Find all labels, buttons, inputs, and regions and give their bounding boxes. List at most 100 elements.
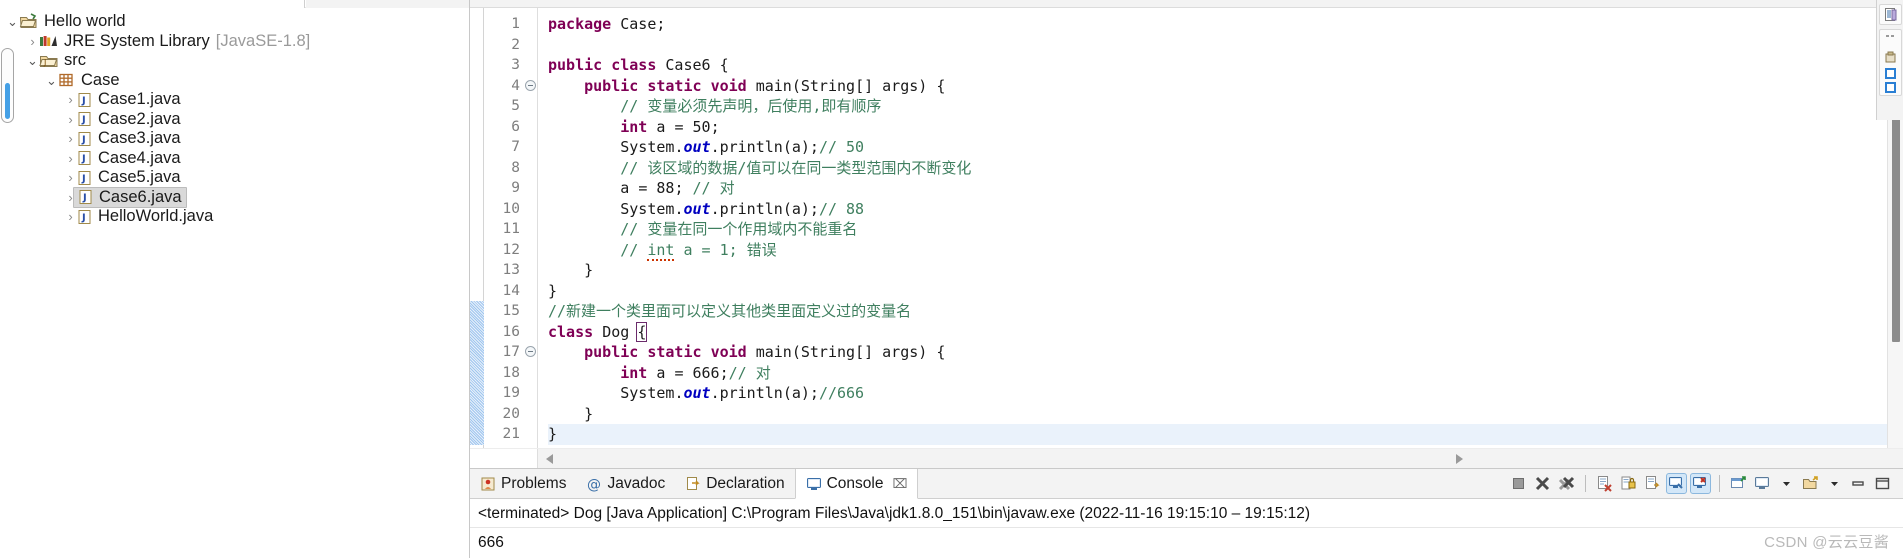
chevron-right-icon[interactable]: › <box>64 132 77 145</box>
outline-view-icon[interactable] <box>1883 7 1898 22</box>
console-launch-header: <terminated> Dog [Java Application] C:\P… <box>470 499 1903 528</box>
source-code[interactable]: package Case; public class Case6 { publi… <box>538 8 1887 448</box>
chevron-down-icon[interactable]: ⌄ <box>45 74 58 87</box>
minimized-view-icon-2[interactable] <box>1884 82 1896 93</box>
code-line[interactable]: package Case; <box>548 14 1887 35</box>
code-editor[interactable]: 1 2 3 4 5 6 7 8 9 10 11 12 13 14 15 16 17 18 19 20 21 packag… <box>470 8 1903 448</box>
chevron-right-icon[interactable]: › <box>64 171 77 184</box>
editor-horizontal-scrollbar[interactable] <box>470 448 1903 468</box>
tree-item-case6-java[interactable]: › J Case6.java <box>0 186 469 208</box>
tree-item-src[interactable]: ⌄ Jsrc <box>0 51 469 71</box>
console-tab-bar[interactable]: Problems @ Javadoc Declaration Console ⌧ <box>470 469 1903 499</box>
code-line[interactable]: } <box>548 404 1887 425</box>
project-tree[interactable]: ⌄ Hello world › JRE System Library [JavaSE… <box>0 8 469 227</box>
code-line[interactable]: System.out.println(a);//666 <box>548 383 1887 404</box>
code-line[interactable]: public static void main(String[] args) { <box>548 76 1887 97</box>
code-line[interactable]: //新建一个类里面可以定义其他类里面定义过的变量名 <box>548 301 1887 322</box>
open-console-icon[interactable] <box>1800 473 1821 494</box>
scroll-left-icon[interactable] <box>546 453 553 464</box>
selection-block-marker <box>470 301 484 445</box>
chevron-right-icon[interactable]: › <box>64 152 77 165</box>
scrollbar-thumb[interactable] <box>5 83 10 119</box>
tree-item-case3-java[interactable]: › J Case3.java <box>0 129 469 149</box>
explorer-tab[interactable] <box>0 0 305 8</box>
maximize-icon[interactable] <box>1872 473 1893 494</box>
tree-item-content: J Case3.java <box>77 129 181 148</box>
minimized-view-group-tasks[interactable] <box>1878 29 1902 96</box>
line-number: 4 <box>511 77 520 94</box>
code-line[interactable]: } <box>548 281 1887 302</box>
folding-ruler[interactable] <box>524 8 538 448</box>
restore-handle-icon[interactable] <box>1883 32 1898 47</box>
fold-collapse-icon[interactable] <box>525 346 536 357</box>
word-wrap-icon[interactable] <box>1642 473 1663 494</box>
code-line[interactable]: System.out.println(a);// 88 <box>548 199 1887 220</box>
tab-javadoc[interactable]: @ Javadoc <box>576 469 675 498</box>
minimized-view-icon-1[interactable] <box>1884 68 1896 79</box>
java-file-icon: J <box>77 209 92 225</box>
code-line[interactable]: // 该区域的数据/值可以在同一类型范围内不断变化 <box>548 158 1887 179</box>
chevron-right-icon[interactable]: › <box>64 210 77 223</box>
pin-console-icon[interactable] <box>1728 473 1749 494</box>
tree-item-case5-java[interactable]: › J Case5.java <box>0 168 469 188</box>
tab-declaration[interactable]: Declaration <box>675 469 794 498</box>
remove-all-launches-icon[interactable] <box>1556 473 1577 494</box>
tree-item-label: Case <box>81 70 120 89</box>
code-line[interactable]: public class Case6 { <box>548 55 1887 76</box>
code-line[interactable]: // int a = 1; 错误 <box>548 240 1887 261</box>
tree-item-case4-java[interactable]: › J Case4.java <box>0 149 469 169</box>
fold-collapse-icon[interactable] <box>525 79 536 91</box>
code-line[interactable]: } <box>548 424 1887 445</box>
remove-launch-icon[interactable] <box>1532 473 1553 494</box>
tree-item-content: JRE System Library [JavaSE-1.8] <box>39 32 310 51</box>
code-line[interactable]: int a = 666;// 对 <box>548 363 1887 384</box>
code-line[interactable]: public static void main(String[] args) { <box>548 342 1887 363</box>
tree-item-case1-java[interactable]: › J Case1.java <box>0 90 469 110</box>
code-line[interactable]: } <box>548 260 1887 281</box>
tree-item-helloworld-java[interactable]: › J HelloWorld.java <box>0 207 469 227</box>
code-line[interactable]: System.out.println(a);// 50 <box>548 137 1887 158</box>
show-console-on-output-icon[interactable] <box>1666 473 1687 494</box>
tree-item-case2-java[interactable]: › J Case2.java <box>0 110 469 130</box>
chevron-right-icon[interactable]: › <box>64 113 77 126</box>
tab-console[interactable]: Console ⌧ <box>794 469 919 499</box>
code-line[interactable]: int a = 50; <box>548 117 1887 138</box>
chevron-right-icon[interactable]: › <box>64 93 77 106</box>
explorer-vertical-scrollbar[interactable] <box>1 48 14 123</box>
task-list-icon[interactable] <box>1883 50 1898 65</box>
code-line[interactable]: // 变量在同一个作用域内不能重名 <box>548 219 1887 240</box>
tree-item-jre-system-library[interactable]: › JRE System Library [JavaSE-1.8] <box>0 32 469 52</box>
tree-item-case[interactable]: ⌄ Case <box>0 71 469 91</box>
tree-item-label: src <box>64 51 86 70</box>
clear-console-icon[interactable] <box>1594 473 1615 494</box>
editor-tab-strip[interactable] <box>470 0 1903 8</box>
tab-problems[interactable]: Problems <box>470 469 576 498</box>
terminate-icon[interactable] <box>1508 473 1529 494</box>
console-output[interactable]: 666 CSDN @云云豆酱 <box>470 528 1903 558</box>
problems-icon <box>480 476 496 492</box>
scroll-right-icon[interactable] <box>1456 453 1463 464</box>
chevron-down-icon[interactable]: ⌄ <box>26 54 39 67</box>
dropdown-1-icon[interactable] <box>1776 473 1797 494</box>
minimized-views-bar[interactable] <box>1876 0 1903 120</box>
code-line[interactable]: a = 88; // 对 <box>548 178 1887 199</box>
tree-item-hello-world[interactable]: ⌄ Hello world <box>0 12 469 32</box>
chevron-down-icon[interactable]: ⌄ <box>6 15 19 28</box>
minimize-icon[interactable] <box>1848 473 1869 494</box>
dropdown-2-icon[interactable] <box>1824 473 1845 494</box>
console-toolbar[interactable] <box>1508 469 1903 498</box>
display-selected-console-icon[interactable] <box>1752 473 1773 494</box>
hscroll-track[interactable] <box>538 449 1903 468</box>
show-console-on-error-icon[interactable] <box>1690 473 1711 494</box>
code-line[interactable] <box>548 35 1887 56</box>
close-icon[interactable]: ⌧ <box>892 476 907 492</box>
chevron-right-icon[interactable]: › <box>26 35 39 48</box>
java-file-icon: J <box>78 189 93 205</box>
code-line[interactable]: class Dog { <box>548 321 1887 343</box>
minimized-view-group-outline[interactable] <box>1878 4 1902 25</box>
code-line[interactable]: // 变量必须先声明，后使用,即有顺序 <box>548 96 1887 117</box>
tree-item-content: Hello world <box>19 12 126 31</box>
java-file-icon: J <box>77 150 92 166</box>
scroll-lock-icon[interactable] <box>1618 473 1639 494</box>
marker-ruler[interactable] <box>470 8 484 448</box>
